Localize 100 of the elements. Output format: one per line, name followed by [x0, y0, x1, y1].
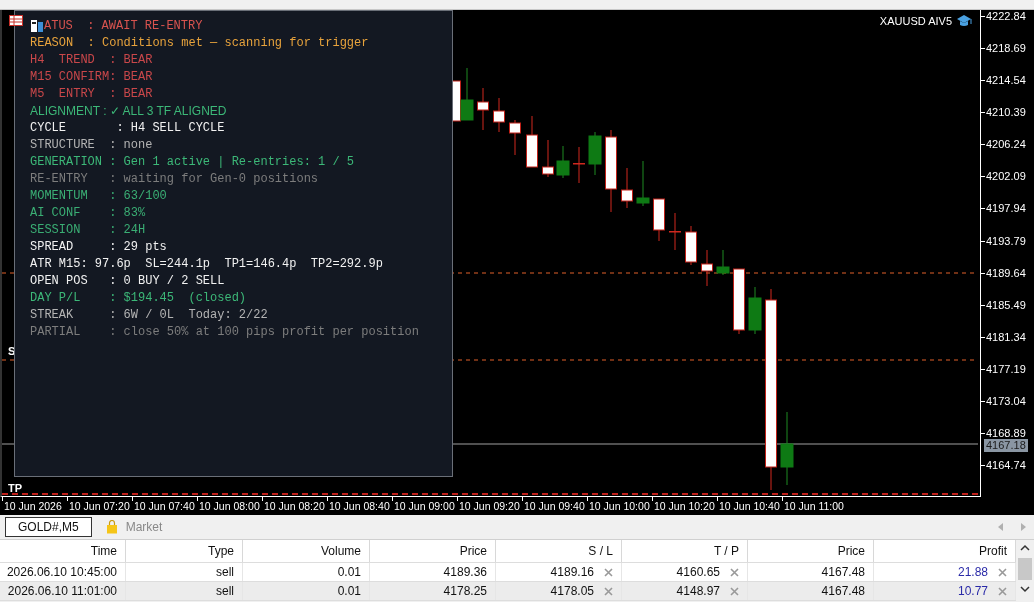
candle: [701, 249, 713, 287]
status-line: CYCLE : H4 SELL CYCLE: [30, 120, 225, 135]
status-line: MOMENTUM : 63/100: [30, 188, 167, 203]
table-cell: 4178.25: [443, 584, 487, 598]
price-label: 4218.69: [985, 42, 1026, 55]
status-line: DAY P/L : $194.45 (closed): [30, 290, 247, 305]
chart-tab[interactable]: GOLD#,M5: [5, 517, 92, 537]
status-line: H4 TREND : BEAR: [30, 52, 153, 67]
candle: [716, 249, 730, 276]
close-icon[interactable]: [998, 567, 1007, 577]
candle: [556, 145, 570, 179]
status-line: ATR M15: 97.6p SL=244.1p TP1=146.4p TP2=292.9p: [30, 256, 383, 271]
scroll-left-icon[interactable]: [998, 523, 1004, 531]
table-cell: sell: [216, 584, 234, 598]
candle: [588, 131, 602, 176]
current-price-tag: 4167.18: [984, 439, 1028, 452]
symbol-label: XAUUSD AIV5: [879, 14, 952, 27]
column-header[interactable]: T / P: [622, 540, 748, 562]
table-cell: 21.88: [957, 565, 988, 579]
time-label: 10 Jun 07:40: [134, 500, 195, 512]
close-icon[interactable]: [604, 586, 613, 596]
price-label: 4214.54: [985, 74, 1026, 87]
candle: [526, 115, 538, 168]
status-line: M15 CONFIRM: BEAR: [30, 69, 153, 84]
time-label: 10 Jun 10:20: [654, 500, 715, 512]
scroll-right-icon[interactable]: [1020, 523, 1026, 531]
table-cell: 4178.05: [550, 584, 594, 598]
table-cell: 2026.06.10 10:45:00: [6, 565, 117, 579]
price-label: 4206.24: [985, 138, 1026, 151]
candle: [460, 67, 474, 121]
price-label: 4173.04: [985, 394, 1026, 407]
time-label: 10 Jun 10:00: [589, 500, 650, 512]
close-icon[interactable]: [998, 586, 1007, 596]
line-label: TP: [8, 482, 23, 494]
table-cell: 4189.16: [550, 565, 594, 579]
table-cell: sell: [216, 565, 234, 579]
price-label: 4202.09: [985, 170, 1026, 183]
status-line: RE-ENTRY : waiting for Gen-0 positions: [30, 171, 319, 186]
status-line: ATUS : AWAIT RE-ENTRY: [44, 18, 203, 33]
time-label: 10 Jun 10:40: [719, 500, 780, 512]
list-icon[interactable]: [9, 15, 23, 26]
price-label: 4189.64: [985, 266, 1026, 279]
column-header[interactable]: Time: [0, 540, 126, 562]
scroll-bar[interactable]: [1016, 540, 1034, 601]
time-label: 10 Jun 08:20: [264, 500, 325, 512]
table-cell: 4167.48: [821, 565, 865, 579]
status-line: REASON : Conditions met — scanning for trigger: [30, 35, 369, 50]
price-label: 4168.89: [985, 427, 1026, 439]
close-icon[interactable]: [730, 567, 739, 577]
status-line: AI CONF : 83%: [30, 205, 146, 220]
column-header[interactable]: S / L: [496, 540, 622, 562]
table-cell: 2026.06.10 11:01:00: [7, 584, 117, 598]
status-line: OPEN POS : 0 BUY / 2 SELL: [30, 273, 225, 288]
time-label: 10 Jun 09:40: [524, 500, 585, 512]
candle: [542, 139, 554, 178]
candle: [748, 286, 762, 335]
status-line: M5 ENTRY : BEAR: [30, 86, 153, 101]
status-line: STREAK : 6W / 0L Today: 2/22: [30, 307, 268, 322]
time-label: 10 Jun 08:40: [329, 500, 390, 512]
status-line: GENERATION : Gen 1 active | Re-entries: 1 / 5: [30, 154, 355, 169]
status-line: ALIGNMENT : ✓ ALL 3 TF ALIGNED: [30, 103, 227, 118]
time-label: 10 Jun 07:20: [69, 500, 130, 512]
column-header[interactable]: Volume: [243, 540, 370, 562]
column-header[interactable]: Type: [126, 540, 243, 562]
time-label: 10 Jun 08:00: [199, 500, 260, 512]
graduation-cap-icon: [956, 14, 972, 27]
column-header[interactable]: Price: [370, 540, 496, 562]
candle: [733, 268, 745, 335]
candle: [493, 97, 505, 133]
candle: [653, 198, 665, 242]
price-label: 4177.19: [985, 362, 1026, 375]
time-label: 10 Jun 2026: [4, 500, 62, 512]
price-label: 4164.74: [985, 459, 1026, 472]
price-label: 4185.49: [985, 298, 1026, 311]
status-line: PARTIAL : close 50% at 100 pips profit per position: [30, 324, 419, 339]
candle: [685, 225, 697, 266]
status-line: SESSION : 24H: [30, 222, 146, 237]
table-cell: 10.77: [957, 584, 988, 598]
candle: [477, 87, 489, 131]
table-cell: 4167.48: [821, 584, 865, 598]
table-cell: 0.01: [337, 584, 361, 598]
table-cell: 4148.97: [676, 584, 720, 598]
price-label: 4210.39: [985, 106, 1026, 119]
table-cell: 0.01: [337, 565, 361, 579]
status-line: SPREAD : 29 pts: [30, 239, 167, 254]
column-header[interactable]: Price: [748, 540, 874, 562]
price-label: 4197.94: [985, 202, 1026, 215]
candle: [573, 146, 585, 184]
time-label: 10 Jun 11:00: [784, 500, 844, 512]
chart-icon[interactable]: [30, 18, 44, 33]
candle: [669, 212, 681, 251]
candle: [636, 160, 650, 207]
close-icon[interactable]: [730, 586, 739, 596]
time-label: 10 Jun 09:20: [459, 500, 520, 512]
time-label: 10 Jun 09:00: [394, 500, 455, 512]
close-icon[interactable]: [604, 567, 613, 577]
price-label: 4193.79: [985, 234, 1026, 247]
table-cell: 4189.36: [443, 565, 487, 579]
candle: [509, 119, 521, 156]
candle: [621, 167, 633, 209]
